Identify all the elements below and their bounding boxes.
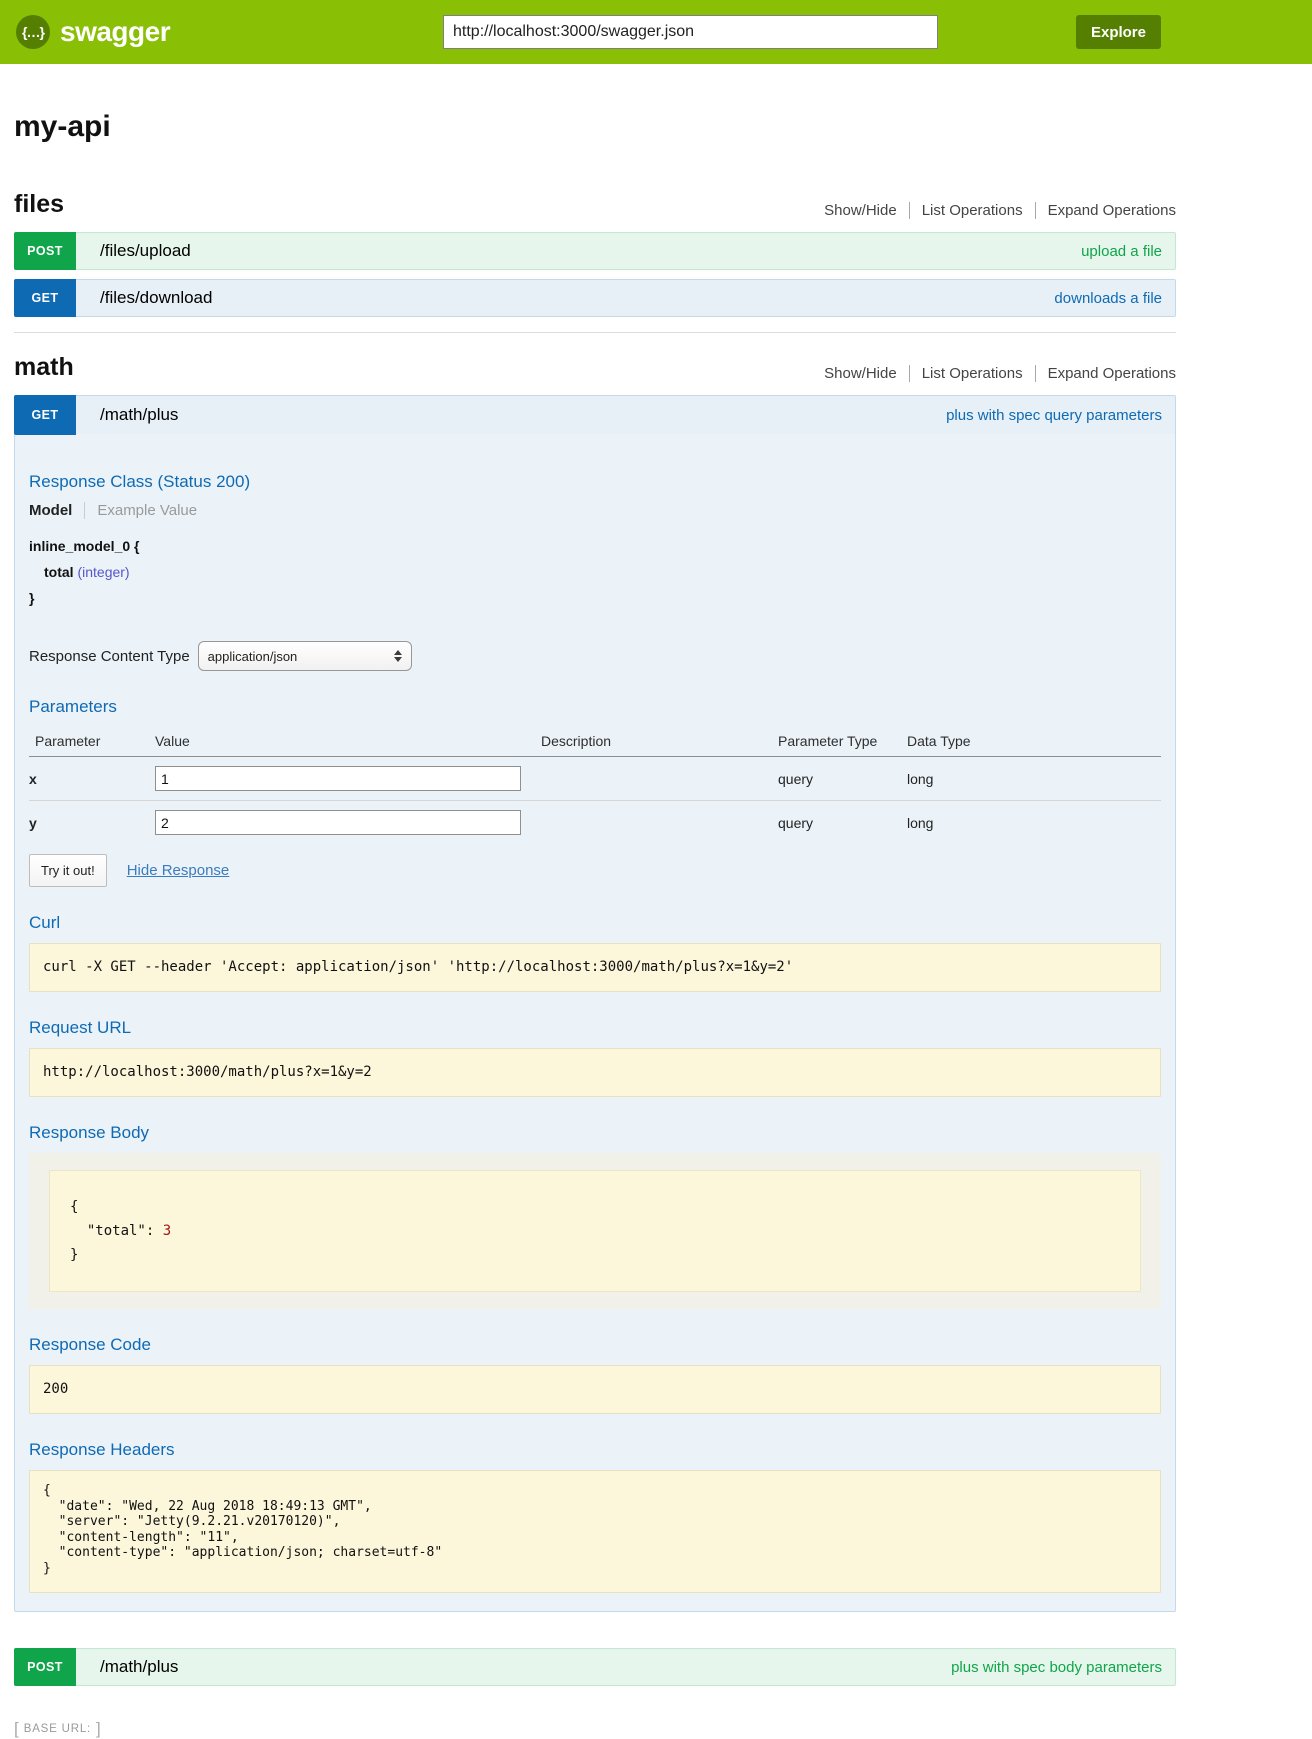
response-body-block: { "total": 3 } <box>29 1153 1161 1309</box>
post-method-badge: POST <box>14 232 76 270</box>
math-list-operations-link[interactable]: List Operations <box>909 365 1035 382</box>
response-code-heading: Response Code <box>29 1335 1161 1355</box>
response-headers-heading: Response Headers <box>29 1440 1161 1460</box>
base-url-open-bracket: [ <box>14 1719 19 1739</box>
files-section-controls: Show/Hide List Operations Expand Operati… <box>812 202 1176 219</box>
files-expand-operations-link[interactable]: Expand Operations <box>1035 202 1176 219</box>
math-expand-operations-link[interactable]: Expand Operations <box>1035 365 1176 382</box>
param-y-description <box>541 801 778 845</box>
response-content-type-value: application/json <box>208 649 298 664</box>
get-method-badge: GET <box>14 279 76 317</box>
response-content-type-label: Response Content Type <box>29 648 190 665</box>
swagger-braces-icon: {…} <box>16 15 50 49</box>
page-title: my-api <box>14 110 1176 144</box>
response-class-heading: Response Class (Status 200) <box>29 472 1161 492</box>
base-url-text: BASE URL: <box>24 1723 91 1735</box>
model-property-type: (integer) <box>77 564 129 580</box>
main-content: my-api files Show/Hide List Operations E… <box>14 110 1176 1739</box>
section-divider <box>14 332 1176 333</box>
param-x-name: x <box>29 757 155 801</box>
param-x-input[interactable] <box>155 766 521 791</box>
response-body-json: { "total": 3 } <box>49 1170 1141 1292</box>
files-upload-summary-link[interactable]: upload a file <box>1081 243 1162 260</box>
col-header-parameter: Parameter <box>29 727 155 757</box>
response-code-block: 200 <box>29 1365 1161 1414</box>
curl-heading: Curl <box>29 913 1161 933</box>
hide-response-link[interactable]: Hide Response <box>127 862 230 879</box>
operation-detail-panel: Response Class (Status 200) Model Exampl… <box>15 434 1175 1611</box>
files-show-hide-link[interactable]: Show/Hide <box>812 202 909 219</box>
section-files: files Show/Hide List Operations Expand O… <box>14 190 1176 317</box>
response-body-heading: Response Body <box>29 1123 1161 1143</box>
get-method-badge: GET <box>14 395 76 435</box>
param-x-data-type: long <box>907 757 1161 801</box>
post-method-badge: POST <box>14 1648 76 1686</box>
response-content-type-select[interactable]: application/json <box>198 641 412 671</box>
parameter-row-y: y query long <box>29 801 1161 845</box>
math-plus-post-path-link[interactable]: /math/plus <box>100 1657 178 1677</box>
col-header-parameter-type: Parameter Type <box>778 727 907 757</box>
param-y-input[interactable] <box>155 810 521 835</box>
parameters-header-row: Parameter Value Description Parameter Ty… <box>29 727 1161 757</box>
operation-row-get-files-download[interactable]: GET /files/download downloads a file <box>14 279 1176 317</box>
request-url-heading: Request URL <box>29 1018 1161 1038</box>
parameters-table: Parameter Value Description Parameter Ty… <box>29 727 1161 844</box>
files-list-operations-link[interactable]: List Operations <box>909 202 1035 219</box>
explore-button[interactable]: Explore <box>1076 15 1161 49</box>
math-plus-get-summary-link[interactable]: plus with spec query parameters <box>946 407 1162 424</box>
col-header-data-type: Data Type <box>907 727 1161 757</box>
tab-model[interactable]: Model <box>29 502 84 519</box>
top-header: {…} swagger Explore <box>0 0 1312 64</box>
operation-row-post-math-plus[interactable]: POST /math/plus plus with spec body para… <box>14 1648 1176 1686</box>
section-title-files[interactable]: files <box>14 190 64 219</box>
math-plus-get-path-link[interactable]: /math/plus <box>100 405 178 425</box>
model-signature: inline_model_0 { total (integer) } <box>29 533 1161 611</box>
param-y-type: query <box>778 801 907 845</box>
try-it-out-button[interactable]: Try it out! <box>29 854 107 887</box>
response-class-tabs: Model Example Value <box>29 502 1161 519</box>
files-download-path-link[interactable]: /files/download <box>100 288 212 308</box>
param-y-data-type: long <box>907 801 1161 845</box>
swagger-logo-text: swagger <box>60 16 170 48</box>
response-headers-block: { "date": "Wed, 22 Aug 2018 18:49:13 GMT… <box>29 1470 1161 1593</box>
curl-command-block: curl -X GET --header 'Accept: applicatio… <box>29 943 1161 992</box>
base-url-close-bracket: ] <box>96 1719 101 1739</box>
request-url-block: http://localhost:3000/math/plus?x=1&y=2 <box>29 1048 1161 1097</box>
param-y-name: y <box>29 801 155 845</box>
operation-get-math-plus-expanded: GET /math/plus plus with spec query para… <box>14 395 1176 1612</box>
parameters-heading: Parameters <box>29 697 1161 717</box>
files-upload-path-link[interactable]: /files/upload <box>100 241 191 261</box>
model-close-line: } <box>29 585 1161 611</box>
tab-example-value[interactable]: Example Value <box>84 502 197 519</box>
base-url-label: [ BASE URL: ] <box>14 1719 1176 1739</box>
section-title-math[interactable]: math <box>14 353 74 382</box>
math-show-hide-link[interactable]: Show/Hide <box>812 365 909 382</box>
math-plus-post-summary-link[interactable]: plus with spec body parameters <box>951 1659 1162 1676</box>
model-property-name: total <box>44 564 74 580</box>
col-header-value: Value <box>155 727 541 757</box>
json-number-value: 3 <box>163 1223 171 1239</box>
math-section-controls: Show/Hide List Operations Expand Operati… <box>812 365 1176 382</box>
swagger-url-input[interactable] <box>443 15 938 49</box>
swagger-logo[interactable]: {…} swagger <box>16 15 170 49</box>
param-x-description <box>541 757 778 801</box>
param-x-type: query <box>778 757 907 801</box>
operation-row-get-math-plus[interactable]: GET /math/plus plus with spec query para… <box>15 396 1175 434</box>
operation-row-post-files-upload[interactable]: POST /files/upload upload a file <box>14 232 1176 270</box>
section-math: math Show/Hide List Operations Expand Op… <box>14 353 1176 1686</box>
files-download-summary-link[interactable]: downloads a file <box>1054 290 1162 307</box>
model-open-line: inline_model_0 { <box>29 533 1161 559</box>
select-arrows-icon <box>394 650 402 662</box>
parameter-row-x: x query long <box>29 757 1161 801</box>
col-header-description: Description <box>541 727 778 757</box>
